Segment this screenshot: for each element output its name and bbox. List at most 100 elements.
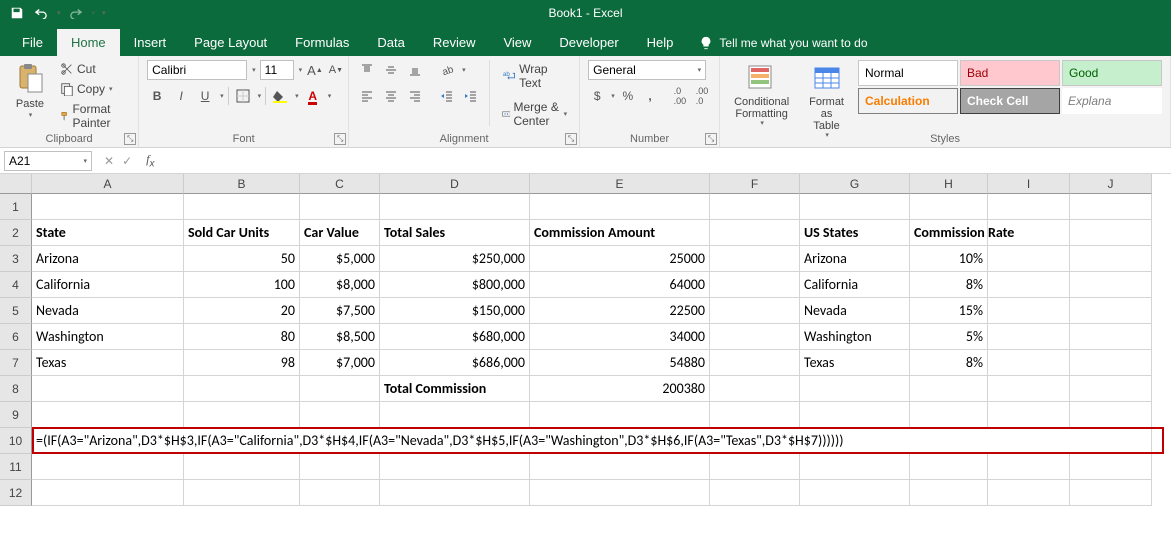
cell[interactable] bbox=[1070, 298, 1152, 324]
cell[interactable] bbox=[530, 402, 710, 428]
cell[interactable] bbox=[710, 298, 800, 324]
wrap-text-button[interactable]: ab Wrap Text bbox=[498, 60, 571, 92]
font-size-dropdown[interactable]: ▾ bbox=[299, 66, 303, 74]
merge-center-button[interactable]: Merge & Center ▾ bbox=[498, 98, 571, 130]
cell[interactable]: 22500 bbox=[530, 298, 710, 324]
cell[interactable]: $8,500 bbox=[300, 324, 380, 350]
percent-format-button[interactable]: % bbox=[619, 86, 637, 106]
cell[interactable] bbox=[800, 480, 910, 506]
decrease-font-button[interactable]: A▼ bbox=[328, 60, 344, 80]
cell[interactable] bbox=[300, 480, 380, 506]
cell[interactable] bbox=[988, 324, 1070, 350]
cell[interactable]: Sold Car Units bbox=[184, 220, 300, 246]
row-header[interactable]: 9 bbox=[0, 402, 32, 428]
cell-styles-gallery[interactable]: Normal Bad Good Calculation Check Cell E… bbox=[858, 60, 1162, 114]
increase-indent-button[interactable] bbox=[461, 86, 481, 106]
row-header[interactable]: 12 bbox=[0, 480, 32, 506]
cell[interactable]: 25000 bbox=[530, 246, 710, 272]
cell[interactable] bbox=[300, 194, 380, 220]
conditional-formatting-button[interactable]: Conditional Formatting▾ bbox=[728, 60, 795, 130]
cut-button[interactable]: Cut bbox=[56, 60, 130, 78]
cell[interactable] bbox=[184, 194, 300, 220]
cell[interactable] bbox=[910, 194, 988, 220]
cell[interactable] bbox=[988, 246, 1070, 272]
col-header-H[interactable]: H bbox=[910, 174, 988, 194]
increase-decimal-button[interactable]: .0.00 bbox=[671, 86, 689, 106]
cell[interactable]: California bbox=[800, 272, 910, 298]
cell[interactable]: Total Sales bbox=[380, 220, 530, 246]
row-header[interactable]: 1 bbox=[0, 194, 32, 220]
cell[interactable]: US States bbox=[800, 220, 910, 246]
tab-file[interactable]: File bbox=[8, 29, 57, 56]
style-check-cell[interactable]: Check Cell bbox=[960, 88, 1060, 114]
fill-color-dropdown[interactable]: ▾ bbox=[295, 92, 299, 100]
cell[interactable] bbox=[380, 402, 530, 428]
cell[interactable] bbox=[1070, 324, 1152, 350]
style-calculation[interactable]: Calculation bbox=[858, 88, 958, 114]
format-painter-button[interactable]: Format Painter bbox=[56, 100, 130, 132]
cell[interactable]: Washington bbox=[800, 324, 910, 350]
cell[interactable]: Total Commission bbox=[380, 376, 530, 402]
formula-input[interactable] bbox=[160, 154, 1171, 168]
cell[interactable]: $7,000 bbox=[300, 350, 380, 376]
col-header-C[interactable]: C bbox=[300, 174, 380, 194]
cell[interactable] bbox=[988, 298, 1070, 324]
paste-button[interactable]: Paste ▾ bbox=[8, 60, 52, 122]
tab-data[interactable]: Data bbox=[363, 29, 418, 56]
font-color-button[interactable]: A bbox=[303, 86, 323, 106]
cell[interactable]: California bbox=[32, 272, 184, 298]
cell[interactable]: $5,000 bbox=[300, 246, 380, 272]
cell[interactable]: Texas bbox=[32, 350, 184, 376]
cell[interactable] bbox=[530, 480, 710, 506]
dialog-launcher-font[interactable]: ⤡ bbox=[334, 133, 346, 145]
cell[interactable]: $800,000 bbox=[380, 272, 530, 298]
cell[interactable]: $8,000 bbox=[300, 272, 380, 298]
cell[interactable]: 34000 bbox=[530, 324, 710, 350]
undo-button[interactable] bbox=[32, 4, 50, 22]
cell[interactable] bbox=[988, 350, 1070, 376]
align-top-button[interactable] bbox=[357, 60, 377, 80]
cell[interactable] bbox=[1070, 402, 1152, 428]
style-normal[interactable]: Normal bbox=[858, 60, 958, 86]
col-header-F[interactable]: F bbox=[710, 174, 800, 194]
cell[interactable] bbox=[710, 220, 800, 246]
cell[interactable] bbox=[710, 246, 800, 272]
font-size-input[interactable] bbox=[260, 60, 294, 80]
cell[interactable]: 80 bbox=[184, 324, 300, 350]
cell[interactable] bbox=[988, 194, 1070, 220]
dialog-launcher-number[interactable]: ⤡ bbox=[705, 133, 717, 145]
row-header[interactable]: 2 bbox=[0, 220, 32, 246]
increase-font-button[interactable]: A▲ bbox=[306, 60, 324, 80]
save-icon[interactable] bbox=[8, 4, 26, 22]
borders-dropdown[interactable]: ▾ bbox=[258, 92, 262, 100]
qat-customize[interactable]: ▾ bbox=[102, 9, 106, 17]
col-header-B[interactable]: B bbox=[184, 174, 300, 194]
row-header[interactable]: 6 bbox=[0, 324, 32, 350]
cell[interactable]: Commission Rate bbox=[910, 220, 988, 246]
cell-formula-display[interactable]: =(IF(A3="Arizona",D3*$H$3,IF(A3="Califor… bbox=[32, 428, 1152, 454]
cell[interactable] bbox=[184, 376, 300, 402]
cell[interactable] bbox=[1070, 272, 1152, 298]
cell[interactable] bbox=[910, 454, 988, 480]
row-header[interactable]: 11 bbox=[0, 454, 32, 480]
tab-review[interactable]: Review bbox=[419, 29, 490, 56]
cell[interactable] bbox=[32, 402, 184, 428]
cell[interactable] bbox=[1070, 480, 1152, 506]
col-header-E[interactable]: E bbox=[530, 174, 710, 194]
cell[interactable]: 15% bbox=[910, 298, 988, 324]
cell[interactable]: $680,000 bbox=[380, 324, 530, 350]
cell[interactable] bbox=[380, 480, 530, 506]
cell[interactable]: 200380 bbox=[530, 376, 710, 402]
cell[interactable]: Nevada bbox=[800, 298, 910, 324]
row-header[interactable]: 7 bbox=[0, 350, 32, 376]
cell[interactable] bbox=[530, 454, 710, 480]
cell[interactable] bbox=[380, 454, 530, 480]
cell[interactable]: $250,000 bbox=[380, 246, 530, 272]
number-format-select[interactable]: General ▾ bbox=[588, 60, 706, 80]
cell[interactable] bbox=[988, 376, 1070, 402]
orientation-button[interactable]: ab bbox=[437, 60, 457, 80]
cell[interactable]: 8% bbox=[910, 350, 988, 376]
col-header-I[interactable]: I bbox=[988, 174, 1070, 194]
cell[interactable]: 98 bbox=[184, 350, 300, 376]
undo-dropdown[interactable]: ▾ bbox=[57, 9, 61, 17]
